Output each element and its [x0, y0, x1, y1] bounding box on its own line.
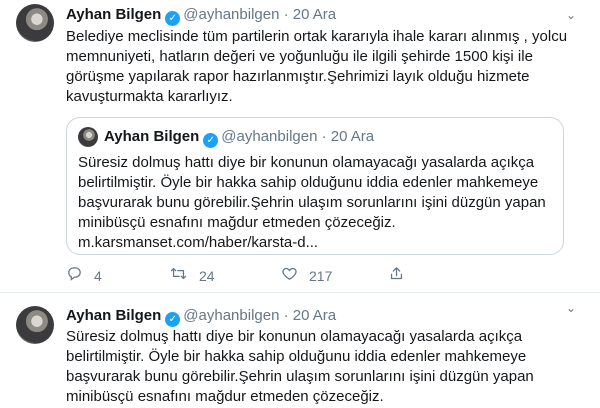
separator-dot: ·: [283, 6, 289, 23]
quoted-tweet[interactable]: Ayhan Bilgen ✓ @ayhanbilgen · 20 Ara Süres…: [66, 117, 564, 255]
author-name[interactable]: Ayhan Bilgen: [66, 6, 161, 23]
tweet-date[interactable]: 20 Ara: [293, 307, 336, 324]
quoted-tweet-header: Ayhan Bilgen ✓ @ayhanbilgen · 20 Ara: [104, 128, 374, 148]
avatar[interactable]: [16, 306, 54, 344]
separator-dot: ·: [283, 307, 289, 324]
quoted-tweet-text: Süresiz dolmuş hattı diye bir konunun ol…: [78, 153, 556, 253]
tweet-text: Süresiz dolmuş hattı diye bir konunun ol…: [66, 328, 534, 405]
retweet-button[interactable]: 24: [169, 265, 215, 287]
tweet-text: Belediye meclisinde tüm partilerin ortak…: [66, 28, 568, 105]
verified-badge-icon: ✓: [165, 11, 181, 26]
reply-button[interactable]: 4: [66, 265, 102, 287]
chevron-down-icon[interactable]: ⌄: [566, 301, 576, 315]
author-name[interactable]: Ayhan Bilgen: [66, 307, 161, 324]
share-icon: [388, 265, 405, 287]
tweet-header: Ayhan Bilgen ✓ @ayhanbilgen · 20 Ara: [66, 6, 336, 26]
heart-icon: [281, 265, 298, 287]
tweet-date: 20 Ara: [330, 128, 375, 145]
like-count: 217: [309, 268, 333, 284]
reply-count: 4: [94, 268, 102, 284]
author-handle[interactable]: @ayhanbilgen: [183, 307, 279, 324]
verified-badge-icon: ✓: [165, 312, 181, 327]
tweet-actions: 4 24 217: [66, 265, 566, 285]
tweet[interactable]: Ayhan Bilgen ✓ @ayhanbilgen · 20 Ara ⌄ Bel…: [0, 0, 600, 292]
tweet[interactable]: Ayhan Bilgen ✓ @ayhanbilgen · 20 Ara ⌄ Sür…: [0, 292, 600, 408]
retweet-icon: [169, 265, 188, 287]
avatar[interactable]: [16, 4, 54, 42]
author-handle: @ayhanbilgen: [221, 128, 318, 145]
tweet-date[interactable]: 20 Ara: [293, 6, 336, 23]
retweet-count: 24: [199, 268, 215, 284]
quoted-tweet-link[interactable]: m.karsmanset.com/haber/karsta-d...: [78, 234, 318, 251]
like-button[interactable]: 217: [281, 265, 332, 287]
tweet-header: Ayhan Bilgen ✓ @ayhanbilgen · 20 Ara: [66, 307, 336, 327]
separator-dot: ·: [321, 128, 327, 145]
author-handle[interactable]: @ayhanbilgen: [183, 6, 279, 23]
author-name: Ayhan Bilgen: [104, 128, 200, 145]
quoted-tweet-body: Süresiz dolmuş hattı diye bir konunun ol…: [78, 154, 546, 231]
verified-badge-icon: ✓: [203, 133, 219, 148]
share-button[interactable]: [388, 265, 416, 287]
chevron-down-icon[interactable]: ⌄: [566, 8, 576, 22]
reply-icon: [66, 265, 83, 287]
avatar: [78, 127, 98, 147]
